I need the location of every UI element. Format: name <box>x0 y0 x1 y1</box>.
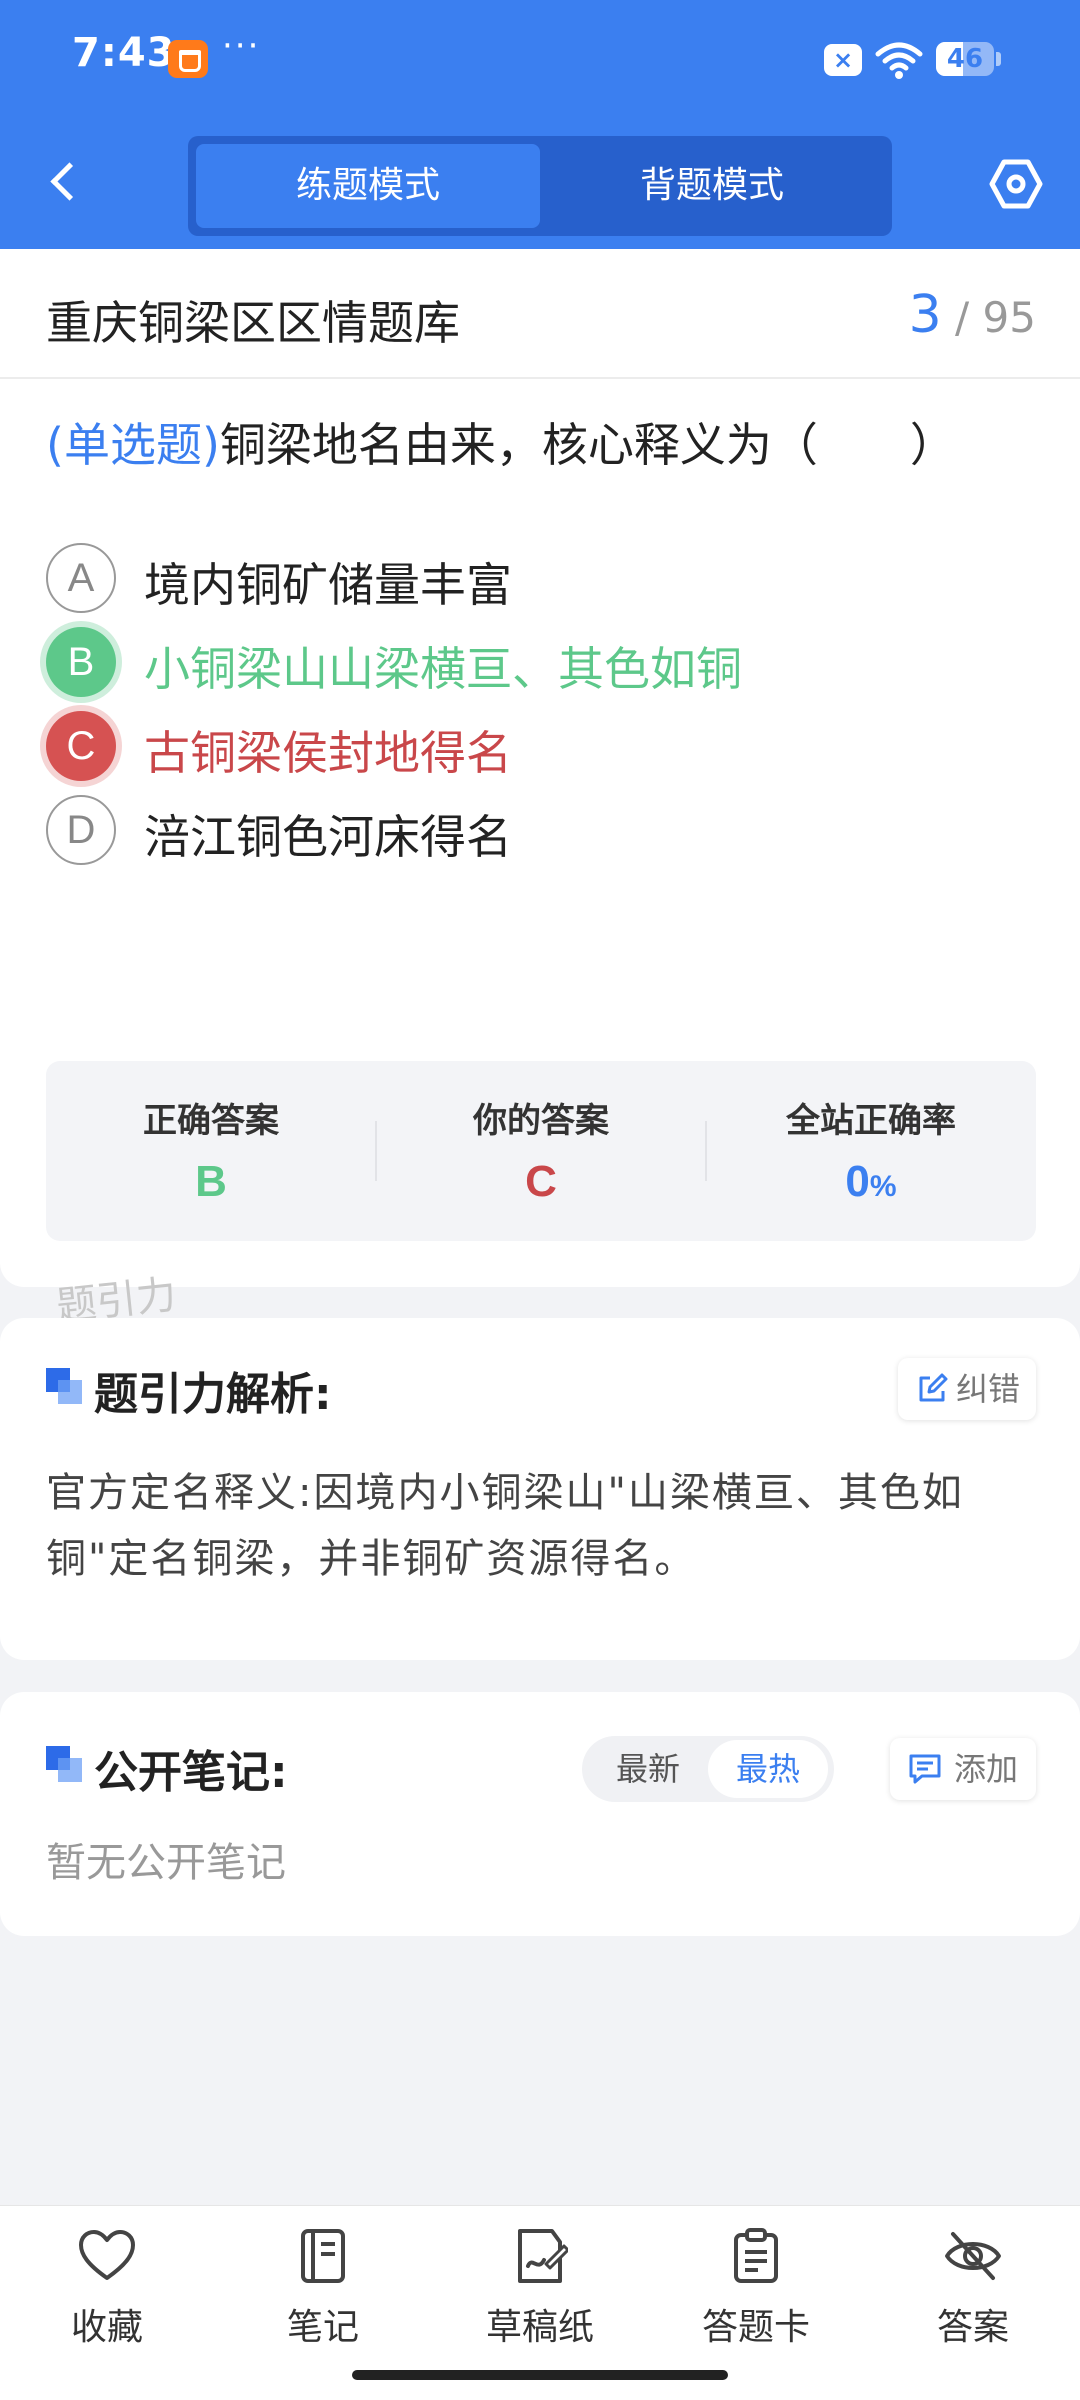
option-text: 境内铜矿储量丰富 <box>144 558 512 612</box>
sort-newest[interactable]: 最新 <box>588 1740 708 1798</box>
correct-answer-stat: 正确答案 B <box>46 1061 376 1241</box>
option-a[interactable]: A 境内铜矿储量丰富 <box>46 533 1026 623</box>
site-accuracy-stat: 全站正确率 0% <box>706 1061 1036 1241</box>
question-bank-title: 重庆铜梁区区情题库 <box>46 296 460 350</box>
option-letter-circle: B <box>46 627 116 697</box>
battery-icon: 46 <box>936 42 994 76</box>
favorite-button[interactable]: 收藏 <box>32 2228 182 2378</box>
draft-paper-icon <box>518 2229 568 2283</box>
question-text: 铜梁地名由来，核心释义为（ ） <box>219 418 956 472</box>
public-notes-card: 公开笔记: 最新 最热 添加 暂无公开笔记 <box>0 1692 1080 1936</box>
header-bar: 7:43 ··· × 46 练题模式 背题模式 <box>0 0 1080 249</box>
back-button[interactable] <box>40 158 90 208</box>
question-card: 重庆铜梁区区情题库 3 / 95 (单选题)铜梁地名由来，核心释义为（ ） A … <box>0 249 1080 1287</box>
no-sim-icon: × <box>824 44 862 76</box>
sort-hottest[interactable]: 最热 <box>708 1740 828 1798</box>
answer-sheet-button[interactable]: 答题卡 <box>681 2228 831 2378</box>
tab-memorize-mode[interactable]: 背题模式 <box>540 144 884 228</box>
option-text: 古铜梁侯封地得名 <box>144 726 512 780</box>
notebook-icon <box>301 2229 345 2283</box>
battery-level: 46 <box>946 44 984 74</box>
more-notifications-icon: ··· <box>222 26 261 66</box>
section-squares-icon <box>46 1368 84 1406</box>
draft-paper-button[interactable]: 草稿纸 <box>465 2228 615 2378</box>
stat-label: 正确答案 <box>143 1101 279 1141</box>
your-answer-stat: 你的答案 C <box>376 1061 706 1241</box>
battery-tip <box>996 52 1001 66</box>
wifi-icon <box>875 42 923 79</box>
answer-stats-panel: 正确答案 B 你的答案 C 全站正确率 0% <box>46 1061 1036 1241</box>
status-time: 7:43 <box>72 30 176 76</box>
mode-switch: 练题模式 背题模式 <box>188 136 892 236</box>
favorite-label: 收藏 <box>70 2307 143 2348</box>
option-c[interactable]: C 古铜梁侯封地得名 <box>46 701 1026 791</box>
answer-sheet-icon <box>734 2228 778 2283</box>
empty-notes-text: 暂无公开笔记 <box>46 1840 286 1886</box>
status-bar: 7:43 ··· × 46 <box>0 0 1080 120</box>
show-answer-label: 答案 <box>936 2307 1009 2348</box>
stat-label: 全站正确率 <box>786 1101 956 1141</box>
add-note-label: 添加 <box>954 1750 1019 1788</box>
draft-paper-label: 草稿纸 <box>485 2307 594 2348</box>
report-error-button[interactable]: 纠错 <box>898 1358 1036 1420</box>
report-error-label: 纠错 <box>956 1370 1021 1408</box>
option-text: 涪江铜色河床得名 <box>144 810 512 864</box>
option-letter-circle: A <box>46 543 116 613</box>
notes-label: 笔记 <box>286 2307 359 2348</box>
option-letter-circle: C <box>46 711 116 781</box>
option-letter-circle: D <box>46 795 116 865</box>
question-type-label: (单选题) <box>46 418 220 472</box>
stat-value: 0% <box>706 1157 1036 1207</box>
notes-button[interactable]: 笔记 <box>248 2228 398 2378</box>
eye-off-icon <box>945 2232 1001 2280</box>
divider <box>0 377 1080 379</box>
stat-value: B <box>195 1157 227 1206</box>
answer-sheet-label: 答题卡 <box>701 2307 810 2348</box>
shopping-app-icon <box>168 40 208 78</box>
accuracy-number: 0 <box>845 1157 870 1206</box>
counter-separator: / <box>955 293 970 342</box>
total-questions: 95 <box>982 293 1036 342</box>
settings-hexagon-icon[interactable] <box>988 156 1044 212</box>
edit-icon <box>919 1373 948 1402</box>
analysis-text: 官方定名释义:因境内小铜梁山"山梁横亘、其色如铜"定名铜梁，并非铜矿资源得名。 <box>46 1470 964 1582</box>
show-answer-button[interactable]: 答案 <box>898 2228 1048 2378</box>
add-note-button[interactable]: 添加 <box>890 1738 1036 1800</box>
home-indicator[interactable] <box>352 2370 728 2380</box>
stat-label: 你的答案 <box>473 1101 609 1141</box>
stat-value: C <box>525 1157 557 1206</box>
current-question-number: 3 <box>908 285 942 345</box>
question-counter: 3 / 95 <box>909 285 1036 345</box>
comment-icon <box>909 1754 941 1784</box>
tab-practice-mode[interactable]: 练题模式 <box>196 144 540 228</box>
option-b[interactable]: B 小铜梁山山梁横亘、其色如铜 <box>46 617 1026 707</box>
analysis-card: 题引力解析: 纠错 官方定名释义:因境内小铜梁山"山梁横亘、其色如铜"定名铜梁，… <box>0 1318 1080 1660</box>
section-squares-icon <box>46 1746 84 1784</box>
option-d[interactable]: D 涪江铜色河床得名 <box>46 785 1026 875</box>
question-stem: (单选题)铜梁地名由来，核心释义为（ ） <box>46 409 956 475</box>
notes-sort-toggle: 最新 最热 <box>582 1736 834 1802</box>
notes-title: 公开笔记: <box>94 1747 288 1798</box>
option-text: 小铜梁山山梁横亘、其色如铜 <box>144 642 742 696</box>
heart-icon <box>79 2230 135 2280</box>
analysis-title: 题引力解析: <box>94 1369 332 1420</box>
accuracy-unit: % <box>869 1170 897 1203</box>
